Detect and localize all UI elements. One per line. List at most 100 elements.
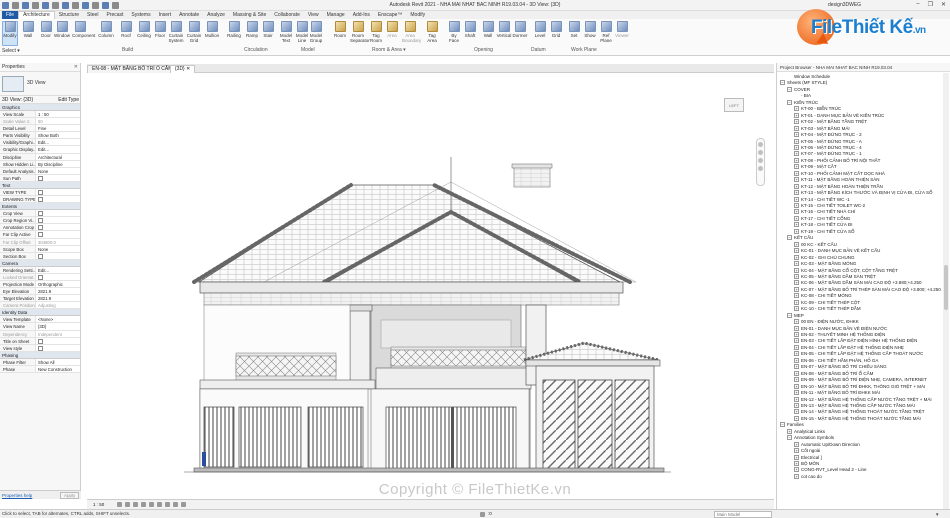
tab-analyze[interactable]: Analyze [203,11,229,19]
property-row[interactable]: Default Analysis... None [0,167,80,175]
pan-icon[interactable] [758,158,763,163]
tab-add-ins[interactable]: Add-Ins [349,11,374,19]
expand-icon[interactable]: + [794,151,799,157]
expand-icon[interactable]: + [794,177,799,183]
expand-icon[interactable]: + [794,254,799,260]
expand-icon[interactable]: + [794,170,799,176]
expand-icon[interactable]: + [794,409,799,415]
property-value[interactable]: <None> [36,316,80,323]
property-row[interactable]: Eye Elevation 2821.9 [0,288,80,296]
expand-icon[interactable]: + [794,157,799,163]
expand-icon[interactable]: + [794,267,799,273]
edit-type-button[interactable]: Edit Type [58,96,79,104]
wall-opening-button[interactable]: Wall [480,21,496,38]
checkbox[interactable] [38,232,43,238]
property-row[interactable]: View Name {3D} [0,323,80,331]
property-value[interactable]: 2821.9 [36,295,80,302]
collapse-icon[interactable]: − [780,422,785,428]
property-row[interactable]: Projection Mode Orthographic [0,280,80,289]
ceiling-button[interactable]: Ceiling [136,21,152,38]
property-value[interactable]: None [36,167,80,174]
sun-path-icon[interactable] [133,502,138,507]
filter-icon[interactable]: ▼ [935,511,939,518]
expand-icon[interactable]: + [794,338,799,344]
view-scale[interactable]: 1 : 50 [93,500,104,509]
steering-wheel-icon[interactable] [758,142,763,147]
property-value[interactable]: Adjusting [36,302,80,309]
property-value[interactable]: Show All [36,358,80,365]
area-boundary-button[interactable]: Area Boundary [402,21,421,43]
property-value[interactable]: By Discipline [36,160,80,167]
view-tab-en08[interactable]: EN-08 - MẶT BẰNG BỐ TRÍ Ổ CẮM ✕ [87,65,183,73]
property-value[interactable]: Architectural [36,153,80,160]
checkbox[interactable] [38,175,43,181]
render-icon[interactable] [149,502,154,507]
tab-view[interactable]: View [304,11,323,19]
visual-style-icon[interactable] [125,502,130,507]
tab-insert[interactable]: Insert [155,11,176,19]
property-row[interactable]: VIEW TYPE [0,188,80,197]
expand-icon[interactable]: + [794,461,799,466]
expand-icon[interactable]: + [794,196,799,202]
expand-icon[interactable]: + [794,106,799,112]
section-camera[interactable]: Camera [0,259,80,267]
expand-icon[interactable]: + [794,203,799,208]
area-button[interactable]: Area [384,21,400,38]
property-row[interactable]: Crop View [0,210,80,218]
expand-icon[interactable]: + [794,332,799,337]
expand-icon[interactable]: + [794,164,799,170]
tab-manage[interactable]: Manage [323,11,349,19]
property-value[interactable] [36,188,80,196]
property-value[interactable]: Edit... [36,139,80,146]
property-value[interactable]: 2821.9 [36,288,80,295]
expand-icon[interactable]: + [794,467,799,473]
checkbox[interactable] [38,225,43,231]
checkbox[interactable] [38,197,43,203]
lock-view-icon[interactable] [173,502,178,507]
main-model-select[interactable]: Main Model [714,511,772,518]
view-tab-3d[interactable]: {3D} ✕ [170,65,196,73]
collapse-icon[interactable]: − [787,435,792,441]
property-row[interactable]: Far Clip Active [0,231,80,239]
property-value[interactable] [36,337,80,344]
property-value[interactable] [36,217,80,224]
expand-icon[interactable]: + [794,138,799,144]
section-phasing[interactable]: Phasing [0,351,80,359]
expand-icon[interactable]: + [794,280,799,286]
door-button[interactable]: Door [38,21,54,38]
roof-button[interactable]: Roof [118,21,134,38]
curtain-grid-button[interactable]: Curtain Grid [186,21,202,43]
property-value[interactable]: 304800.0 [36,238,80,245]
checkbox[interactable] [38,274,43,280]
tag-area-button[interactable]: Tag Area [424,21,440,43]
checkbox[interactable] [38,189,43,195]
property-row[interactable]: Camera Position Adjusting [0,302,80,310]
property-value[interactable] [36,344,80,351]
model-group-button[interactable]: Model Group [308,21,324,43]
section-graphics[interactable]: Graphics [0,104,80,111]
property-value[interactable]: {3D} [36,323,80,330]
property-row[interactable]: Phase Filter Show All [0,358,80,366]
section-text[interactable]: Text [0,181,80,189]
expand-icon[interactable]: + [794,415,799,421]
room-button[interactable]: Room [332,21,348,38]
property-value[interactable]: New Construction [36,365,80,372]
expand-icon[interactable]: + [794,286,799,292]
expand-icon[interactable]: + [794,261,799,267]
checkbox[interactable] [38,218,43,224]
tag-room-button[interactable]: Tag Room [368,21,384,43]
tab-collaborate[interactable]: Collaborate [270,11,304,19]
detail-level-icon[interactable] [117,502,122,507]
column-button[interactable]: Column [98,21,114,38]
wall-button[interactable]: Wall [20,21,36,38]
property-value[interactable]: Orthographic [36,280,80,288]
tab-systems[interactable]: Systems [127,11,154,19]
expand-icon[interactable]: + [794,299,799,305]
expand-icon[interactable]: + [794,190,799,196]
browser-item[interactable]: + KC-10 - CHI TIẾT THÉP DẦM [794,305,861,312]
expand-icon[interactable]: + [794,325,799,331]
show-workplane-button[interactable]: Show [582,21,598,38]
stair-button[interactable]: Stair [260,21,276,38]
property-row[interactable]: Phase New Construction [0,365,80,373]
expand-icon[interactable]: + [794,119,799,125]
